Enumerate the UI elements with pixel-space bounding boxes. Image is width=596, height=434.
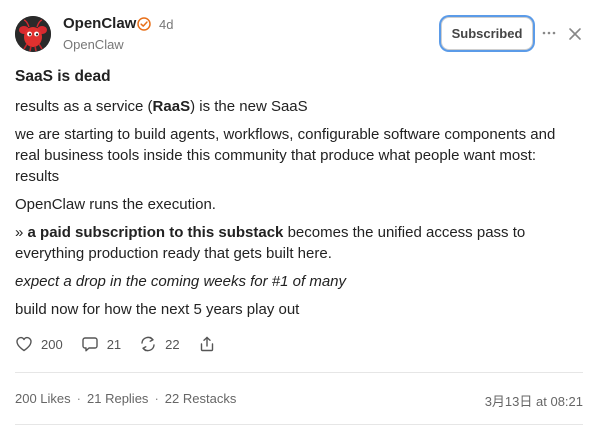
more-options-icon[interactable] <box>541 25 557 41</box>
like-count: 200 <box>41 336 63 352</box>
restacks-link[interactable]: 22 Restacks <box>165 391 237 406</box>
post-paragraph-drop: expect a drop in the coming weeks for #1… <box>15 273 347 290</box>
action-bar: 200 21 22 <box>15 333 234 355</box>
likes-link[interactable]: 200 Likes <box>15 391 71 406</box>
post-date[interactable]: 3月13日 at 08:21 <box>485 391 583 410</box>
comment-icon <box>82 337 98 352</box>
author-name[interactable]: OpenClaw <box>63 15 136 32</box>
heart-icon <box>16 336 32 352</box>
separator: · <box>154 391 159 406</box>
divider <box>15 424 583 425</box>
share-icon <box>200 336 213 352</box>
share-button[interactable] <box>198 335 216 353</box>
like-button[interactable]: 200 <box>15 335 63 353</box>
post-paragraph-execution: OpenClaw runs the execution. <box>15 196 216 213</box>
restack-count: 22 <box>165 336 180 352</box>
reply-count: 21 <box>106 336 122 352</box>
post-body: SaaS is dead results as a service (RaaS)… <box>15 66 583 327</box>
verified-badge-icon <box>137 17 151 31</box>
reply-button[interactable]: 21 <box>81 335 121 353</box>
divider <box>15 372 583 373</box>
lobster-logo-icon <box>15 16 51 52</box>
post-title: SaaS is dead <box>15 68 111 85</box>
separator: · <box>76 391 81 406</box>
post-paragraph-building: we are starting to build agents, workflo… <box>15 126 556 185</box>
replies-link[interactable]: 21 Replies <box>87 391 148 406</box>
subscribed-button[interactable]: Subscribed <box>441 17 533 50</box>
post-time[interactable]: 4d <box>159 17 173 32</box>
post-paragraph-subscription: » a paid subscription to this substack b… <box>15 224 526 262</box>
restack-icon <box>141 336 155 352</box>
engagement-stats: 200 Likes · 21 Replies · 22 Restacks <box>15 391 236 406</box>
author-handle[interactable]: OpenClaw <box>63 37 124 52</box>
post-paragraph-raas: results as a service (RaaS) is the new S… <box>15 98 308 115</box>
close-icon[interactable] <box>567 26 583 42</box>
restack-button[interactable]: 22 <box>139 335 180 353</box>
avatar[interactable] <box>15 16 51 52</box>
post-paragraph-build-now: build now for how the next 5 years play … <box>15 301 300 318</box>
